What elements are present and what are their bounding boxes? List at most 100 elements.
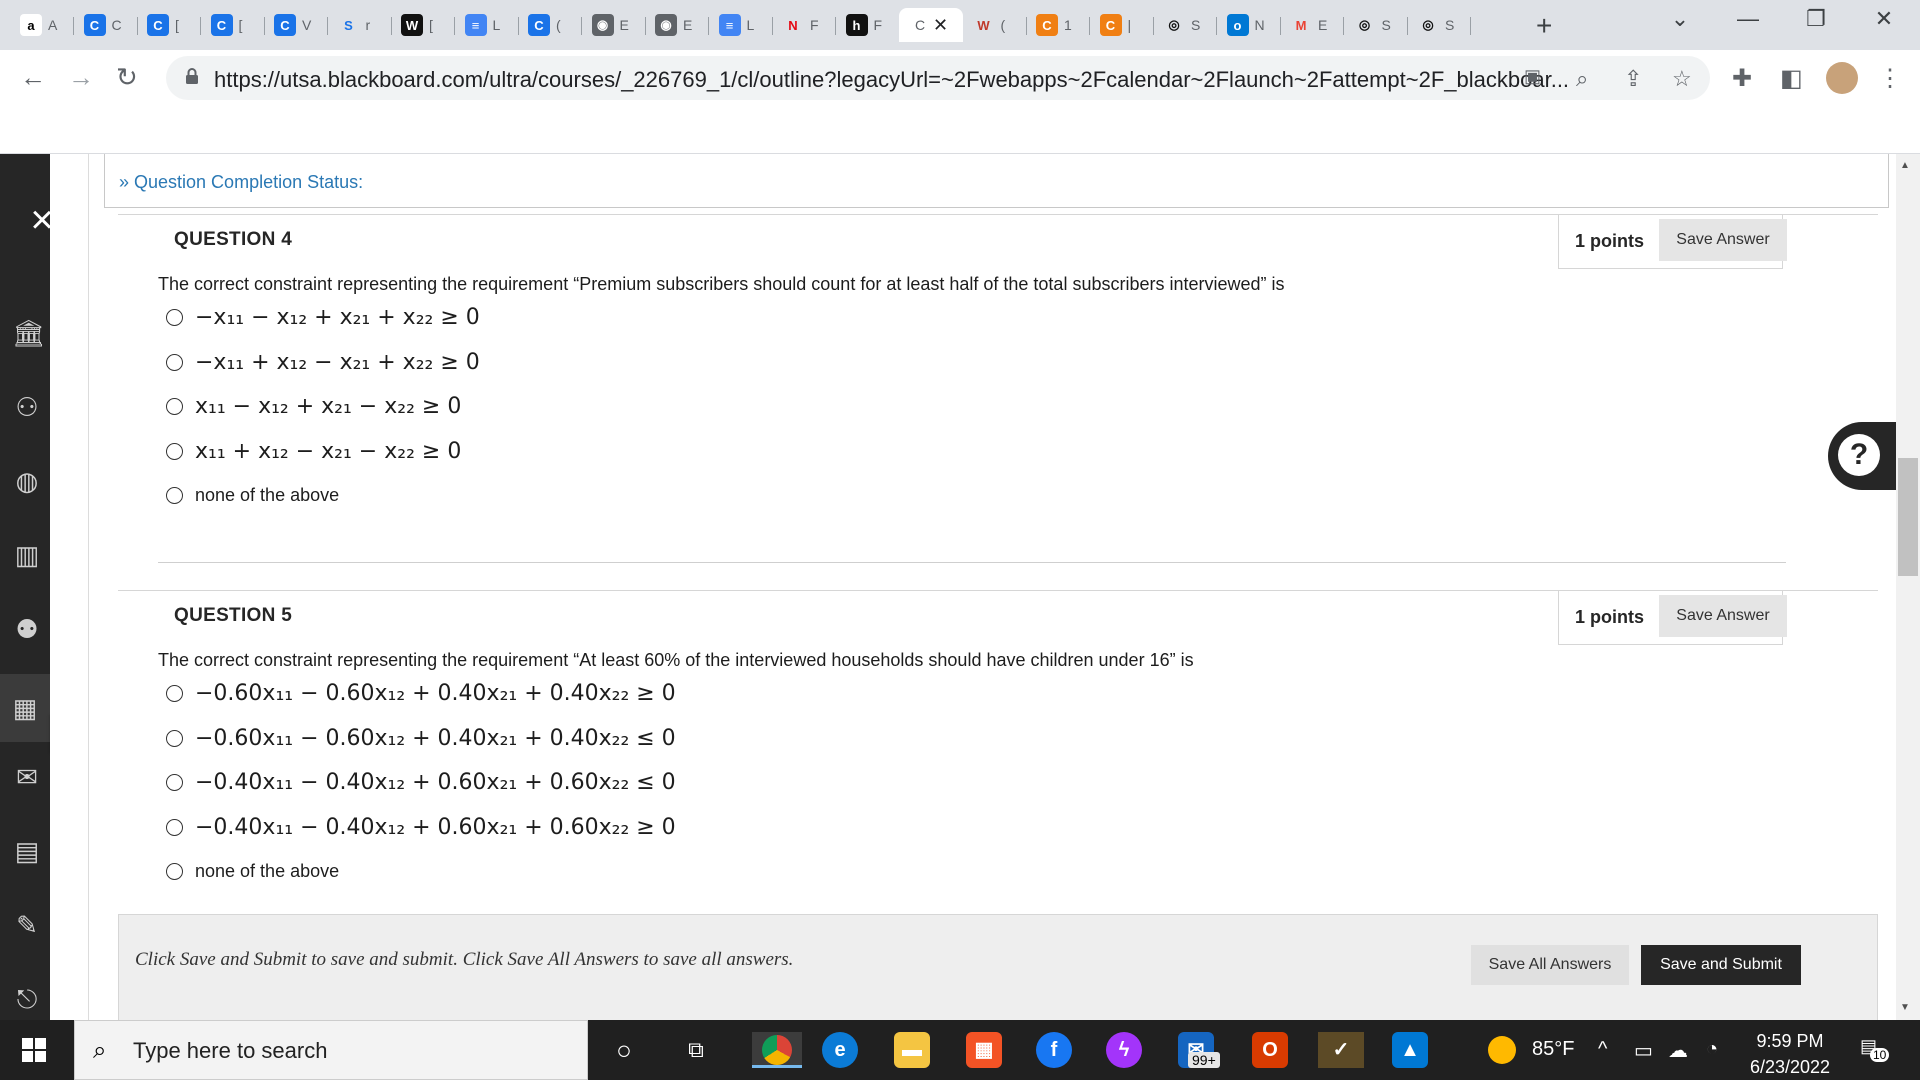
browser-tab[interactable]: W[ [391, 8, 455, 42]
taskbar-search-box[interactable]: ⌕ Type here to search [74, 1020, 588, 1080]
store-icon[interactable]: ▦ [966, 1032, 1002, 1068]
radio-button[interactable] [166, 862, 183, 880]
scrollbar-thumb[interactable] [1898, 458, 1918, 576]
completion-status-label[interactable]: » Question Completion Status: [119, 172, 363, 193]
minimize-icon[interactable]: — [1718, 6, 1778, 32]
save-answer-button[interactable]: Save Answer [1659, 595, 1787, 637]
globe-icon[interactable]: ◍ [12, 466, 42, 496]
windows-start-icon[interactable] [22, 1038, 46, 1062]
clock[interactable]: 9:59 PM 6/23/2022 [1740, 1028, 1840, 1080]
messages-icon[interactable]: ✉ [12, 762, 42, 792]
translate-icon[interactable]: ▣ [1524, 66, 1541, 87]
close-tab-icon[interactable]: ✕ [933, 15, 948, 36]
messenger-icon[interactable]: ϟ [1106, 1032, 1142, 1068]
calendar-icon[interactable]: ▦ [0, 674, 50, 742]
browser-tab[interactable]: ≡ L [455, 8, 519, 42]
courses-icon[interactable]: ▥ [12, 540, 42, 570]
radio-button[interactable] [166, 818, 183, 836]
cloud-icon[interactable]: ☁ [1668, 1038, 1688, 1063]
radio-button[interactable] [166, 486, 183, 504]
browser-tab[interactable]: hF [836, 8, 900, 42]
show-hidden-icons-chevron[interactable]: ^ [1598, 1038, 1607, 1061]
notification-center-icon[interactable]: ▤ 10 [1860, 1036, 1890, 1064]
browser-tab[interactable]: ◉ E [582, 8, 646, 42]
restore-icon[interactable]: ❐ [1786, 6, 1846, 32]
answer-option[interactable]: −x₁₁ + x₁₂ − x₂₁ + x₂₂ ≥ 0 [166, 347, 480, 377]
wifi-icon[interactable]: ◔ [1706, 1038, 1718, 1061]
save-answer-button[interactable]: Save Answer [1659, 219, 1787, 261]
back-icon[interactable]: ← [20, 62, 46, 93]
tools-icon[interactable]: ✎ [12, 910, 42, 940]
radio-button[interactable] [166, 729, 183, 747]
side-panel-icon[interactable]: ◧ [1780, 64, 1803, 93]
browser-tab[interactable]: C1 [1026, 8, 1090, 42]
answer-option[interactable]: −x₁₁ − x₁₂ + x₂₁ + x₂₂ ≥ 0 [166, 302, 480, 332]
browser-tab[interactable]: ◉ E [645, 8, 709, 42]
address-bar[interactable]: https://utsa.blackboard.com/ultra/course… [166, 56, 1710, 100]
question-completion-status[interactable]: » Question Completion Status: [104, 154, 1889, 208]
tab-search-chevron-icon[interactable]: ⌄ [1650, 6, 1710, 32]
weather-icon[interactable] [1488, 1036, 1516, 1064]
zoom-icon[interactable]: ⌕ [1576, 66, 1588, 92]
answer-option[interactable]: −0.60x₁₁ − 0.60x₁₂ + 0.40x₂₁ + 0.40x₂₂ ≤… [166, 723, 676, 753]
answer-option[interactable]: −0.40x₁₁ − 0.40x₁₂ + 0.60x₂₁ + 0.60x₂₂ ≤… [166, 767, 676, 797]
bookmark-star-icon[interactable]: ☆ [1672, 66, 1692, 92]
task-view-icon[interactable]: ⧉ [678, 1032, 714, 1068]
browser-tab[interactable]: W( [963, 8, 1027, 42]
radio-button[interactable] [166, 684, 183, 702]
radio-button[interactable] [166, 442, 183, 460]
answer-option[interactable]: none of the above [166, 480, 339, 510]
profile-icon[interactable]: ⚇ [12, 392, 42, 422]
new-tab-button[interactable]: + [1536, 10, 1552, 42]
close-window-icon[interactable]: ✕ [1854, 6, 1914, 32]
browser-tab[interactable]: C | [1090, 8, 1154, 42]
radio-button[interactable] [166, 308, 183, 326]
browser-tab[interactable]: CV [264, 8, 328, 42]
sign-out-icon[interactable]: ⎋ [12, 984, 42, 1014]
institution-icon[interactable]: 🏛 [12, 318, 45, 348]
organizations-icon[interactable]: ⚉ [12, 614, 42, 644]
chrome-taskbar-icon[interactable] [752, 1032, 802, 1068]
browser-tab[interactable]: ≡ L [709, 8, 773, 42]
browser-tab-active[interactable]: C ✕ [899, 8, 963, 42]
scrollbar-track[interactable] [1896, 154, 1920, 1020]
browser-tab[interactable]: ◎ S [1407, 8, 1471, 42]
extensions-puzzle-icon[interactable]: ✚ [1732, 64, 1752, 93]
profile-avatar[interactable] [1826, 62, 1858, 94]
grades-icon[interactable]: ▤ [12, 836, 42, 866]
file-explorer-icon[interactable]: ▬ [894, 1032, 930, 1068]
answer-option[interactable]: none of the above [166, 856, 339, 886]
scroll-down-icon[interactable]: ▼ [1900, 1002, 1910, 1013]
browser-menu-icon[interactable]: ⋮ [1878, 64, 1902, 93]
facebook-icon[interactable]: f [1036, 1032, 1072, 1068]
browser-tab[interactable]: ◎ S [1344, 8, 1408, 42]
browser-tab[interactable]: CC [74, 8, 138, 42]
share-icon[interactable]: ⇪ [1624, 66, 1642, 92]
office-icon[interactable]: O [1252, 1032, 1288, 1068]
reload-icon[interactable]: ↻ [116, 62, 138, 93]
check-app-icon[interactable]: ✓ [1318, 1032, 1364, 1068]
browser-tab[interactable]: oN [1217, 8, 1281, 42]
browser-tab[interactable]: C[ [201, 8, 265, 42]
answer-option[interactable]: −0.40x₁₁ − 0.40x₁₂ + 0.60x₂₁ + 0.60x₂₂ ≥… [166, 812, 676, 842]
radio-button[interactable] [166, 397, 183, 415]
browser-tab[interactable]: aA [10, 8, 74, 42]
browser-tab[interactable]: ME [1280, 8, 1344, 42]
help-button[interactable]: ? [1828, 422, 1896, 490]
save-and-submit-button[interactable]: Save and Submit [1641, 945, 1801, 985]
photos-icon[interactable]: ▲ [1392, 1032, 1428, 1068]
answer-option[interactable]: −0.60x₁₁ − 0.60x₁₂ + 0.40x₂₁ + 0.40x₂₂ ≥… [166, 678, 676, 708]
browser-tab[interactable]: ◎ S [1153, 8, 1217, 42]
browser-tab[interactable]: NF [772, 8, 836, 42]
forward-icon[interactable]: → [68, 62, 94, 93]
browser-tab[interactable]: C[ [137, 8, 201, 42]
radio-button[interactable] [166, 353, 183, 371]
browser-tab[interactable]: Sr [328, 8, 392, 42]
battery-icon[interactable]: ▭ [1634, 1038, 1653, 1063]
answer-option[interactable]: x₁₁ − x₁₂ + x₂₁ − x₂₂ ≥ 0 [166, 391, 461, 421]
save-all-answers-button[interactable]: Save All Answers [1471, 945, 1629, 985]
answer-option[interactable]: x₁₁ + x₁₂ − x₂₁ − x₂₂ ≥ 0 [166, 436, 461, 466]
scroll-up-icon[interactable]: ▲ [1900, 160, 1910, 171]
edge-icon[interactable]: e [822, 1032, 858, 1068]
browser-tab[interactable]: C( [518, 8, 582, 42]
